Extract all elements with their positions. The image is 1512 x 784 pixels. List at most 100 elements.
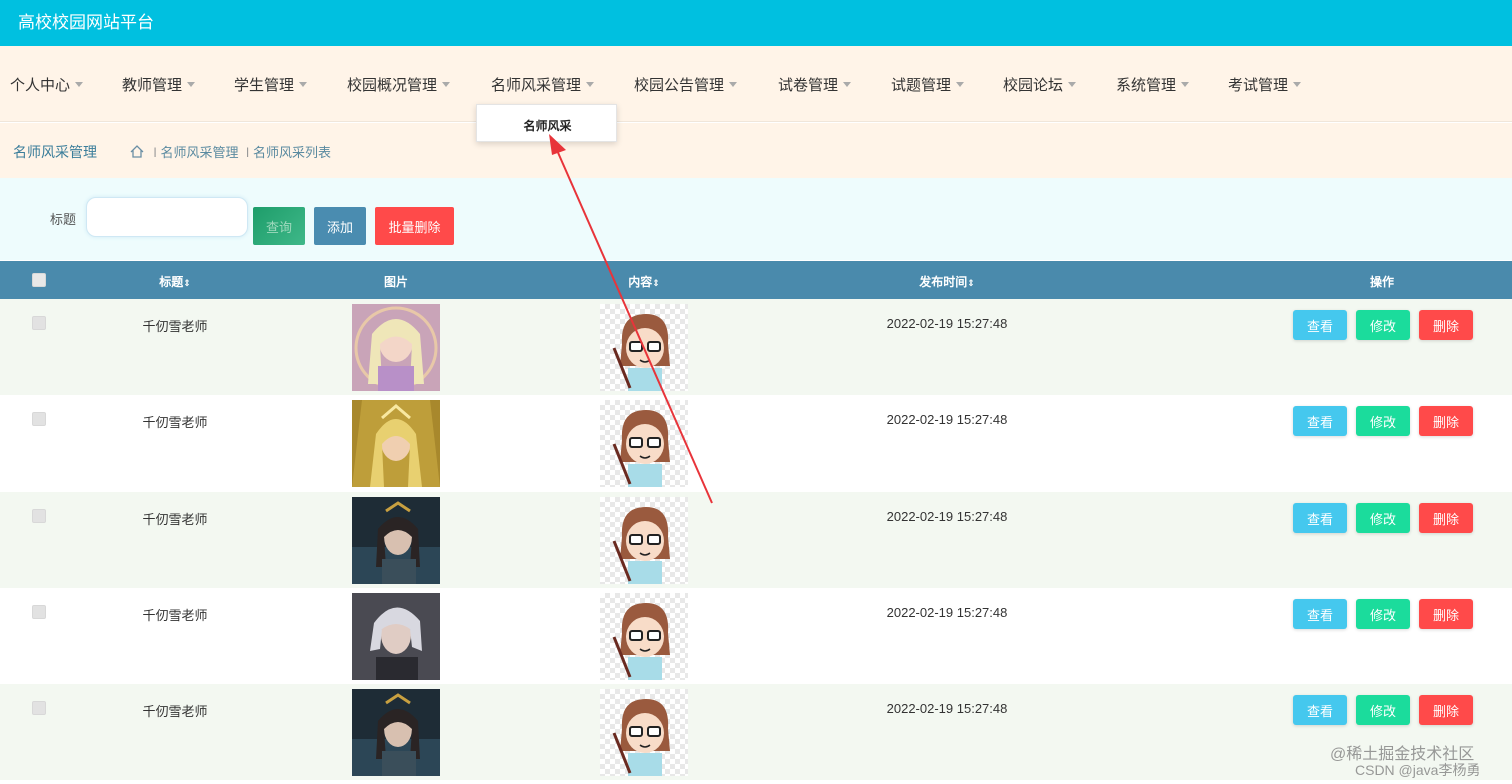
header-label: 发布时间 — [919, 275, 968, 289]
row-publish-time: 2022-02-19 15:27:48 — [886, 316, 1008, 331]
edit-button[interactable]: 修改 — [1356, 310, 1410, 340]
sort-icon: ⇕ — [183, 278, 191, 288]
header-label: 内容 — [628, 275, 653, 289]
batch-delete-button[interactable]: 批量删除 — [375, 207, 454, 245]
chevron-down-icon — [299, 81, 308, 87]
top-header: 高校校园网站平台 — [0, 0, 1512, 46]
search-input[interactable] — [86, 197, 248, 237]
row-publish-time: 2022-02-19 15:27:48 — [886, 605, 1008, 620]
nav-personal-center[interactable]: 个人中心 — [10, 74, 84, 95]
breadcrumb-bar: 名师风采管理 l 名师风采管理 l 名师风采列表 — [0, 123, 1512, 178]
teacher-photo[interactable] — [352, 304, 440, 391]
row-checkbox[interactable] — [32, 701, 46, 715]
edit-button[interactable]: 修改 — [1356, 503, 1410, 533]
nav-exam-paper[interactable]: 试卷管理 — [778, 74, 852, 95]
delete-button[interactable]: 删除 — [1419, 599, 1473, 629]
nav-campus-overview[interactable]: 校园概况管理 — [347, 74, 451, 95]
table-row: 千仞雪老师 2022-02-19 15:27:48 查看 修改 删除 — [0, 492, 1512, 588]
content-image[interactable] — [600, 689, 688, 776]
nav-teacher-management[interactable]: 教师管理 — [122, 74, 196, 95]
dropdown-item-famous-teacher[interactable]: 名师风采 — [477, 117, 618, 134]
nav-famous-teacher[interactable]: 名师风采管理 — [491, 74, 595, 95]
row-checkbox[interactable] — [32, 605, 46, 619]
breadcrumb-separator: l — [246, 145, 250, 160]
search-label: 标题 — [50, 212, 77, 227]
column-header-publish-time[interactable]: 发布时间⇕ — [919, 273, 975, 290]
column-header-content[interactable]: 内容⇕ — [628, 273, 660, 290]
teacher-photo[interactable] — [352, 689, 440, 776]
main-nav: 个人中心 教师管理 学生管理 校园概况管理 名师风采管理 校园公告管理 试卷管理… — [0, 46, 1512, 122]
nav-forum[interactable]: 校园论坛 — [1003, 74, 1077, 95]
table-row: 千仞雪老师 2022-02-19 15:27:48 查看 修改 删除 — [0, 588, 1512, 684]
search-button[interactable]: 查询 — [253, 207, 305, 245]
nav-label: 名师风采管理 — [491, 77, 582, 94]
view-button[interactable]: 查看 — [1293, 310, 1347, 340]
row-title: 千仞雪老师 — [142, 512, 208, 527]
view-button[interactable]: 查看 — [1293, 695, 1347, 725]
nav-exam[interactable]: 考试管理 — [1228, 74, 1302, 95]
chevron-down-icon — [729, 81, 738, 87]
teacher-photo[interactable] — [352, 593, 440, 680]
nav-system[interactable]: 系统管理 — [1116, 74, 1190, 95]
edit-button[interactable]: 修改 — [1356, 695, 1410, 725]
watermark-csdn: CSDN @java李杨勇 — [1355, 762, 1481, 778]
nav-label: 试卷管理 — [778, 77, 839, 94]
chevron-down-icon — [442, 81, 451, 87]
nav-label: 考试管理 — [1228, 77, 1289, 94]
nav-campus-notice[interactable]: 校园公告管理 — [634, 74, 738, 95]
chevron-down-icon — [843, 81, 852, 87]
home-icon[interactable] — [130, 145, 144, 158]
nav-label: 个人中心 — [10, 77, 71, 94]
row-checkbox[interactable] — [32, 412, 46, 426]
chevron-down-icon — [586, 81, 595, 87]
table-row: 千仞雪老师 2022-02-19 15:27:48 查看 修改 删除 — [0, 395, 1512, 491]
chevron-down-icon — [1293, 81, 1302, 87]
view-button[interactable]: 查看 — [1293, 406, 1347, 436]
row-title: 千仞雪老师 — [142, 319, 208, 334]
chevron-down-icon — [75, 81, 84, 87]
chevron-down-icon — [187, 81, 196, 87]
app-title: 高校校园网站平台 — [18, 13, 154, 32]
view-button[interactable]: 查看 — [1293, 503, 1347, 533]
nav-label: 教师管理 — [122, 77, 183, 94]
nav-student-management[interactable]: 学生管理 — [234, 74, 308, 95]
delete-button[interactable]: 删除 — [1419, 503, 1473, 533]
nav-label: 系统管理 — [1116, 77, 1177, 94]
content-image[interactable] — [600, 497, 688, 584]
breadcrumb-item[interactable]: 名师风采管理 — [161, 145, 239, 160]
search-bar: 标题 查询 添加 批量删除 — [0, 178, 1512, 260]
sort-icon: ⇕ — [967, 278, 975, 288]
teacher-photo[interactable] — [352, 497, 440, 584]
add-button[interactable]: 添加 — [314, 207, 366, 245]
nav-label: 校园概况管理 — [347, 77, 438, 94]
header-label: 标题 — [159, 275, 184, 289]
select-all-checkbox[interactable] — [32, 273, 46, 287]
content-image[interactable] — [600, 593, 688, 680]
table-header: 标题⇕ 图片 内容⇕ 发布时间⇕ 操作 — [0, 261, 1512, 299]
content-image[interactable] — [600, 304, 688, 391]
row-checkbox[interactable] — [32, 509, 46, 523]
page-title: 名师风采管理 — [13, 144, 97, 160]
nav-label: 校园论坛 — [1003, 77, 1064, 94]
delete-button[interactable]: 删除 — [1419, 695, 1473, 725]
delete-button[interactable]: 删除 — [1419, 406, 1473, 436]
edit-button[interactable]: 修改 — [1356, 599, 1410, 629]
edit-button[interactable]: 修改 — [1356, 406, 1410, 436]
teacher-photo[interactable] — [352, 400, 440, 487]
column-header-title[interactable]: 标题⇕ — [159, 273, 191, 290]
nav-label: 校园公告管理 — [634, 77, 725, 94]
nav-question[interactable]: 试题管理 — [891, 74, 965, 95]
column-header-actions: 操作 — [1369, 275, 1395, 289]
row-checkbox[interactable] — [32, 316, 46, 330]
row-publish-time: 2022-02-19 15:27:48 — [886, 509, 1008, 524]
row-publish-time: 2022-02-19 15:27:48 — [886, 412, 1008, 427]
row-title: 千仞雪老师 — [142, 415, 208, 430]
view-button[interactable]: 查看 — [1293, 599, 1347, 629]
breadcrumb: l 名师风采管理 l 名师风采列表 — [130, 142, 331, 161]
breadcrumb-item: 名师风采列表 — [253, 145, 332, 160]
delete-button[interactable]: 删除 — [1419, 310, 1473, 340]
table-row: 千仞雪老师 2022-02-19 15:27:48 查看 修改 删除 — [0, 299, 1512, 395]
chevron-down-icon — [956, 81, 965, 87]
row-title: 千仞雪老师 — [142, 704, 208, 719]
content-image[interactable] — [600, 400, 688, 487]
